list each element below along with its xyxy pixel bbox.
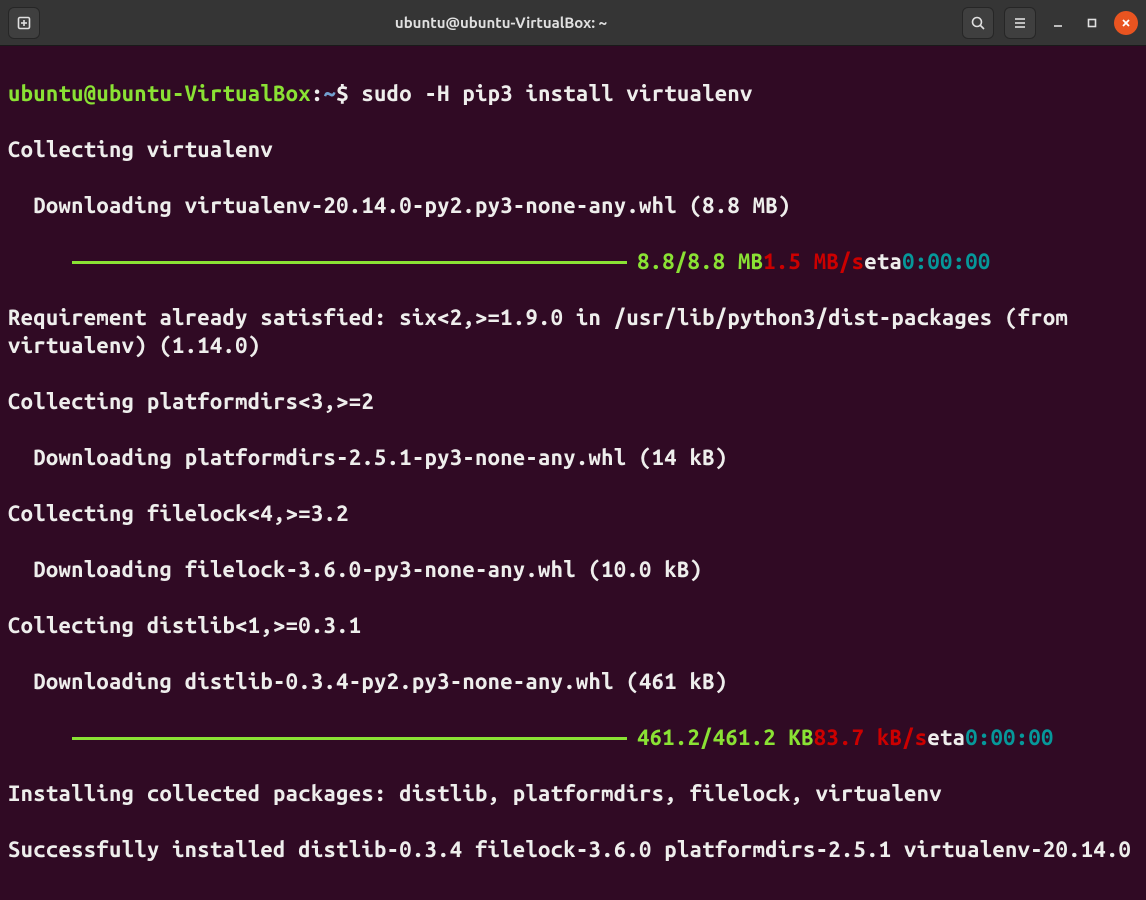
window-title: ubuntu@ubuntu-VirtualBox: ~ [48, 14, 954, 31]
output-line: Requirement already satisfied: six<2,>=1… [8, 304, 1138, 360]
maximize-button[interactable] [1080, 11, 1104, 35]
close-icon [1120, 17, 1132, 29]
hamburger-icon [1012, 15, 1028, 31]
search-button[interactable] [962, 7, 994, 39]
progress-size: 8.8/8.8 MB [637, 248, 763, 276]
output-line: Downloading platformdirs-2.5.1-py3-none-… [8, 444, 1138, 472]
menu-button[interactable] [1004, 7, 1036, 39]
user-host: ubuntu@ubuntu-VirtualBox [8, 81, 311, 106]
output-line: Collecting platformdirs<3,>=2 [8, 388, 1138, 416]
output-line: Installing collected packages: distlib, … [8, 780, 1138, 808]
eta-label: eta [927, 724, 965, 752]
dollar: $ [336, 81, 349, 106]
output-line: Downloading filelock-3.6.0-py3-none-any.… [8, 556, 1138, 584]
progress-speed: 1.5 MB/s [763, 248, 864, 276]
output-line: Collecting virtualenv [8, 136, 1138, 164]
new-tab-button[interactable] [8, 7, 40, 39]
progress-line-2: 461.2/461.2 KB 83.7 kB/s eta 0:00:00 [8, 724, 1138, 752]
prompt-line: ubuntu@ubuntu-VirtualBox:~$ sudo -H pip3… [8, 80, 1138, 108]
new-tab-icon [16, 15, 32, 31]
progress-speed: 83.7 kB/s [814, 724, 928, 752]
cwd: ~ [324, 81, 337, 106]
output-line: Downloading distlib-0.3.4-py2.py3-none-a… [8, 668, 1138, 696]
close-button[interactable] [1114, 11, 1138, 35]
command-text: sudo -H pip3 install virtualenv [349, 81, 753, 106]
search-icon [970, 15, 986, 31]
terminal-body[interactable]: ubuntu@ubuntu-VirtualBox:~$ sudo -H pip3… [0, 46, 1146, 900]
colon: : [311, 81, 324, 106]
maximize-icon [1086, 17, 1098, 29]
output-line: Successfully installed distlib-0.3.4 fil… [8, 836, 1138, 864]
eta-value: 0:00:00 [902, 248, 990, 276]
output-line: Collecting filelock<4,>=3.2 [8, 500, 1138, 528]
titlebar-left-group [8, 7, 40, 39]
progress-bar-icon [72, 737, 627, 740]
minimize-icon [1052, 17, 1064, 29]
progress-line-1: 8.8/8.8 MB 1.5 MB/s eta 0:00:00 [8, 248, 1138, 276]
minimize-button[interactable] [1046, 11, 1070, 35]
output-line: Collecting distlib<1,>=0.3.1 [8, 612, 1138, 640]
progress-size: 461.2/461.2 KB [637, 724, 814, 752]
window-titlebar: ubuntu@ubuntu-VirtualBox: ~ [0, 0, 1146, 46]
eta-value: 0:00:00 [965, 724, 1053, 752]
titlebar-right-group [962, 7, 1138, 39]
output-line: Downloading virtualenv-20.14.0-py2.py3-n… [8, 192, 1138, 220]
eta-label: eta [864, 248, 902, 276]
progress-bar-icon [72, 261, 627, 264]
